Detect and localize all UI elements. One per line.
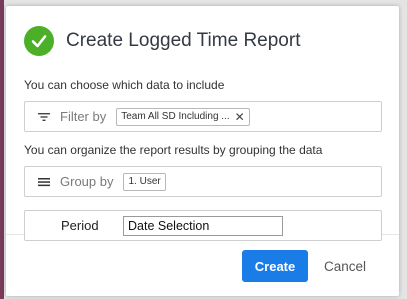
close-icon[interactable]: ✕ [235, 111, 245, 123]
group-hint: You can organize the report results by g… [24, 143, 323, 157]
backdrop-accent-strip [0, 0, 4, 299]
group-by-label: Group by [60, 174, 114, 189]
filter-icon [37, 112, 51, 122]
dialog-header: Create Logged Time Report [24, 26, 300, 56]
check-circle-icon [24, 26, 54, 56]
group-by-row[interactable]: Group by 1. User [24, 166, 382, 197]
filter-chip-text: Team All SD Including ... [121, 111, 230, 122]
group-chip[interactable]: 1. User [123, 172, 166, 191]
dialog-title: Create Logged Time Report [66, 30, 301, 51]
filter-chip[interactable]: Team All SD Including ... ✕ [116, 107, 250, 126]
create-button[interactable]: Create [242, 250, 308, 282]
period-input[interactable] [123, 215, 283, 236]
period-row: Period [24, 210, 382, 241]
period-label: Period [61, 218, 99, 233]
cancel-button[interactable]: Cancel [316, 250, 374, 282]
filter-by-label: Filter by [60, 109, 107, 124]
filter-by-row[interactable]: Filter by Team All SD Including ... ✕ [24, 101, 382, 132]
hamburger-icon [37, 177, 51, 187]
create-report-dialog: Create Logged Time Report You can choose… [6, 6, 399, 296]
group-chip-text: 1. User [128, 176, 161, 187]
filter-hint: You can choose which data to include [24, 78, 225, 92]
